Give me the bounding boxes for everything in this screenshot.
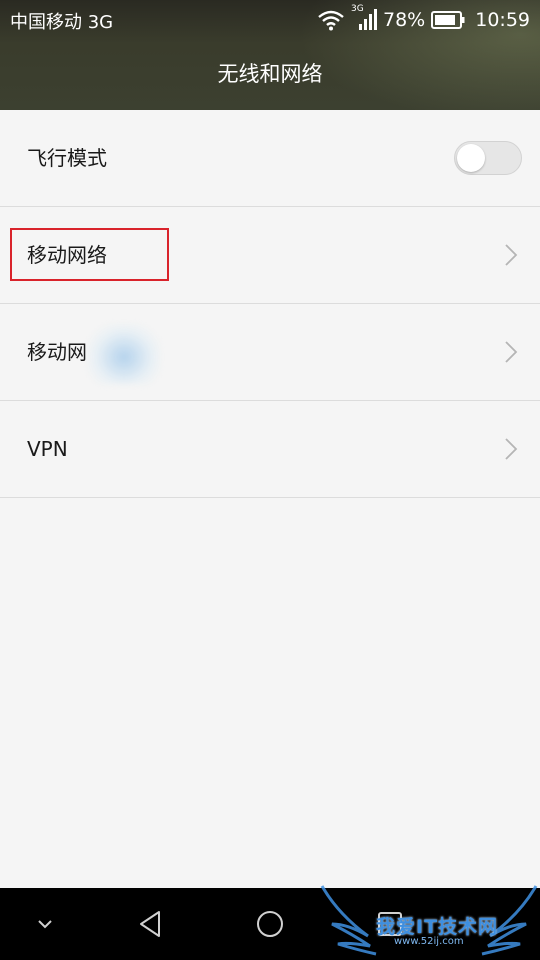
battery-percent: 78% <box>383 9 426 31</box>
cellular-signal-icon: 3G <box>351 4 377 32</box>
list-item-airplane-mode[interactable]: 飞行模式 <box>0 110 540 207</box>
home-button[interactable] <box>245 888 295 960</box>
clock: 10:59 <box>475 9 530 31</box>
settings-list: 飞行模式 移动网络 移动网 VPN <box>0 110 540 498</box>
back-icon <box>140 911 160 937</box>
airplane-mode-toggle[interactable] <box>454 141 522 175</box>
navigation-bar <box>0 888 540 960</box>
list-item-label: VPN <box>27 437 68 461</box>
chevron-right-icon <box>505 244 518 266</box>
status-bar: 中国移动 3G 3G 78% 10:59 <box>0 0 540 38</box>
page-title: 无线和网络 <box>217 62 323 86</box>
list-item-vpn[interactable]: VPN <box>0 401 540 498</box>
toggle-knob <box>457 144 485 172</box>
battery-icon <box>431 11 465 29</box>
list-item-label: 移动网 <box>27 340 87 364</box>
back-button[interactable] <box>125 888 175 960</box>
network-type-badge: 3G <box>351 4 364 14</box>
list-item-label: 移动网络 <box>27 243 107 267</box>
wifi-icon <box>317 9 345 31</box>
list-item-mobile-network-obscured[interactable]: 移动网 <box>0 304 540 401</box>
status-icons: 3G 78% 10:59 <box>317 4 530 34</box>
obscured-text-blur <box>88 324 160 384</box>
list-item-mobile-network[interactable]: 移动网络 <box>0 207 540 304</box>
hide-nav-button[interactable] <box>20 888 70 960</box>
chevron-right-icon <box>505 341 518 363</box>
list-item-label: 飞行模式 <box>27 146 107 170</box>
chevron-right-icon <box>505 438 518 460</box>
app-header: 中国移动 3G 3G 78% 10:59 无线和网络 <box>0 0 540 110</box>
carrier-label: 中国移动 3G <box>10 12 114 33</box>
home-icon <box>257 911 283 937</box>
recents-button[interactable] <box>365 888 415 960</box>
chevron-down-icon <box>38 920 52 929</box>
recents-icon <box>378 912 402 936</box>
